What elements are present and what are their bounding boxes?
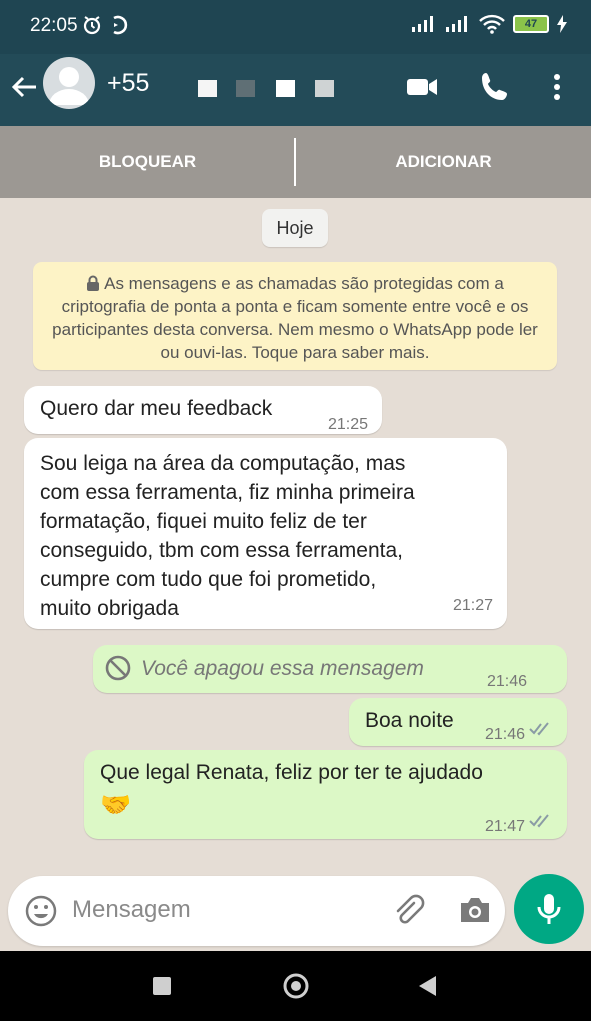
message-time: 21:47: [484, 818, 525, 835]
message-line: conseguido, tbm com essa ferramenta,: [40, 539, 404, 562]
status-bar: 22:05 47: [0, 0, 591, 54]
charging-icon: [557, 15, 567, 33]
attach-icon[interactable]: [390, 892, 426, 928]
chat-header: +55: [0, 54, 591, 126]
message-incoming[interactable]: Sou leiga na área da computação, mas com…: [24, 438, 507, 629]
lock-icon: [87, 275, 100, 291]
camera-icon[interactable]: [458, 895, 492, 925]
message-composer: [8, 876, 505, 946]
back-arrow-icon[interactable]: [10, 72, 40, 102]
message-outgoing[interactable]: Boa noite 21:46: [349, 698, 567, 746]
unknown-contact-actions: BLOQUEAR ADICIONAR: [0, 126, 591, 198]
avatar-icon: [49, 67, 89, 105]
message-text: Boa noite: [365, 709, 454, 732]
avatar[interactable]: [43, 57, 95, 109]
emoji-icon[interactable]: [24, 894, 58, 928]
message-time: 21:46: [486, 673, 527, 690]
recents-icon[interactable]: [151, 975, 173, 997]
redacted-block: [198, 80, 217, 97]
wifi-icon: [479, 14, 505, 34]
signal-icon: [446, 16, 467, 32]
system-nav-bar: [0, 951, 591, 1021]
read-ticks-icon: [529, 814, 549, 828]
handshake-emoji: 🤝: [100, 791, 132, 819]
redacted-block: [276, 80, 295, 97]
message-time: 21:46: [484, 726, 525, 743]
video-call-icon[interactable]: [405, 70, 439, 104]
message-line: com essa ferramenta, fiz minha primeira: [40, 481, 415, 504]
message-outgoing[interactable]: Que legal Renata, feliz por ter te ajuda…: [84, 750, 567, 839]
encryption-notice-text: As mensagens e as chamadas são protegida…: [52, 274, 538, 362]
mic-button[interactable]: [514, 874, 584, 944]
block-button[interactable]: BLOQUEAR: [0, 126, 295, 198]
deleted-icon: [105, 655, 131, 681]
phone-icon[interactable]: [478, 70, 512, 104]
battery-indicator: 47: [513, 15, 549, 33]
mic-icon: [537, 894, 561, 924]
home-icon[interactable]: [281, 971, 311, 1001]
message-time: 21:25: [327, 416, 368, 433]
message-text: Sou leiga na área da computação, mas com…: [40, 449, 415, 623]
message-text: Você apagou essa mensagem: [141, 657, 424, 680]
encryption-notice[interactable]: As mensagens e as chamadas são protegida…: [33, 262, 557, 370]
alarm-icon: [83, 16, 101, 35]
message-time: 21:27: [452, 597, 493, 614]
message-line: muito obrigada: [40, 597, 179, 620]
chat-area[interactable]: Hoje As mensagens e as chamadas são prot…: [0, 198, 591, 875]
status-time: 22:05: [30, 15, 78, 36]
message-incoming[interactable]: Quero dar meu feedback 21:25: [24, 386, 382, 434]
back-nav-icon[interactable]: [416, 974, 438, 998]
message-input[interactable]: [72, 892, 372, 928]
message-line: cumpre com tudo que foi prometido,: [40, 568, 377, 591]
message-line: formatação, fiquei muito feliz de ter: [40, 510, 367, 533]
message-line: Sou leiga na área da computação, mas: [40, 452, 406, 475]
redacted-block: [315, 80, 334, 97]
date-chip: Hoje: [262, 209, 328, 247]
redacted-block: [236, 80, 255, 97]
add-contact-button[interactable]: ADICIONAR: [296, 126, 591, 198]
signal-icon: [412, 16, 433, 32]
contact-name[interactable]: +55: [107, 69, 149, 98]
read-ticks-icon: [529, 722, 549, 736]
message-text: Que legal Renata, feliz por ter te ajuda…: [100, 761, 483, 784]
message-outgoing-deleted[interactable]: Você apagou essa mensagem 21:46: [93, 645, 567, 693]
more-vertical-icon[interactable]: [540, 70, 574, 104]
data-saver-icon: [113, 15, 128, 35]
message-text: Quero dar meu feedback: [40, 397, 273, 420]
